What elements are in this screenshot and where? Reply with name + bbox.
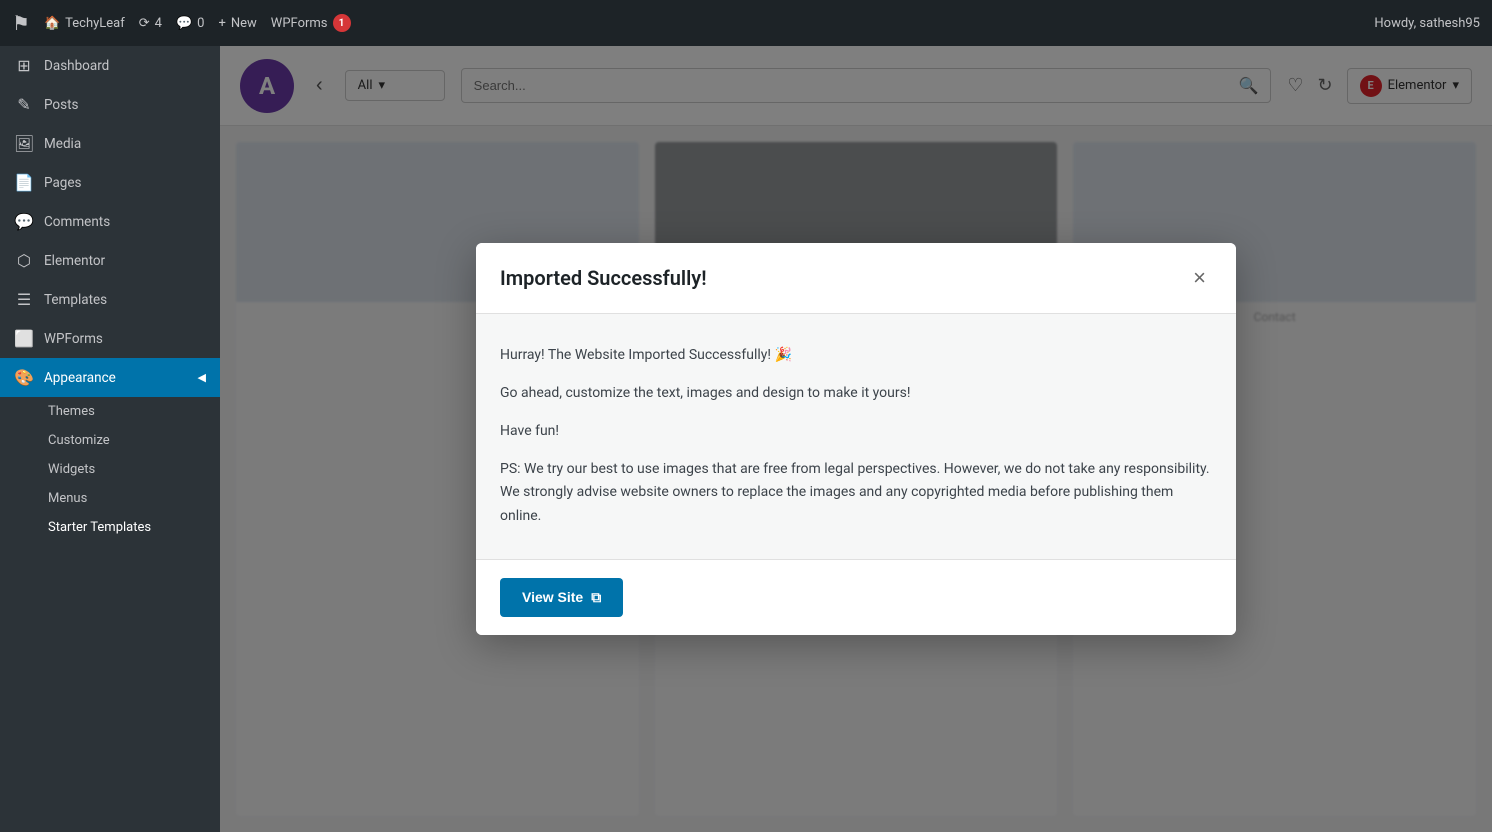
admin-bar-left: ⚑ 🏠 TechyLeaf ⟳ 4 💬 0 + New WPForms 1 bbox=[12, 11, 1358, 35]
appearance-icon: 🎨 bbox=[14, 368, 34, 387]
wpforms-sidebar-icon: ⬜ bbox=[14, 329, 34, 348]
sidebar-label-widgets: Widgets bbox=[48, 462, 95, 477]
view-site-button[interactable]: View Site ⧉ bbox=[500, 578, 623, 617]
layout: ⊞ Dashboard ✎ Posts 🖼 Media 📄 Pages 💬 Co… bbox=[0, 0, 1492, 832]
sidebar-label-dashboard: Dashboard bbox=[44, 58, 109, 74]
sidebar-item-templates[interactable]: ☰ Templates bbox=[0, 280, 220, 319]
sidebar-label-media: Media bbox=[44, 136, 81, 152]
sidebar-label-starter-templates: Starter Templates bbox=[48, 520, 151, 535]
wpforms-badge: 1 bbox=[333, 14, 351, 32]
admin-bar-wpforms[interactable]: WPForms 1 bbox=[271, 14, 351, 32]
sidebar-label-customize: Customize bbox=[48, 433, 110, 448]
modal-overlay: Imported Successfully! × Hurray! The Web… bbox=[220, 46, 1492, 832]
admin-bar: ⚑ 🏠 TechyLeaf ⟳ 4 💬 0 + New WPForms 1 Ho… bbox=[0, 0, 1492, 46]
comments-icon: 💬 bbox=[176, 16, 192, 31]
howdy-text: Howdy, sathesh95 bbox=[1374, 16, 1480, 31]
wpforms-label: WPForms bbox=[271, 16, 328, 31]
sidebar: ⊞ Dashboard ✎ Posts 🖼 Media 📄 Pages 💬 Co… bbox=[0, 46, 220, 832]
sidebar-item-customize[interactable]: Customize bbox=[0, 426, 220, 455]
sidebar-item-pages[interactable]: 📄 Pages bbox=[0, 163, 220, 202]
sidebar-label-pages: Pages bbox=[44, 175, 82, 191]
sidebar-label-elementor: Elementor bbox=[44, 253, 105, 269]
comments-count: 0 bbox=[197, 16, 204, 31]
modal-footer: View Site ⧉ bbox=[476, 559, 1236, 635]
sidebar-label-menus: Menus bbox=[48, 491, 87, 506]
sync-icon: ⟳ bbox=[139, 16, 150, 31]
sidebar-item-starter-templates[interactable]: Starter Templates bbox=[0, 513, 220, 542]
modal-close-button[interactable]: × bbox=[1187, 263, 1212, 293]
main-content: A ‹ All ▾ 🔍 ♡ ↻ E Elementor ▾ bbox=[220, 46, 1492, 832]
elementor-icon: ⬡ bbox=[14, 251, 34, 270]
templates-icon: ☰ bbox=[14, 290, 34, 309]
sidebar-item-themes[interactable]: Themes bbox=[0, 397, 220, 426]
sidebar-item-posts[interactable]: ✎ Posts bbox=[0, 85, 220, 124]
posts-icon: ✎ bbox=[14, 95, 34, 114]
sidebar-label-templates: Templates bbox=[44, 292, 107, 308]
sidebar-item-elementor[interactable]: ⬡ Elementor bbox=[0, 241, 220, 280]
sidebar-item-comments[interactable]: 💬 Comments bbox=[0, 202, 220, 241]
sidebar-item-media[interactable]: 🖼 Media bbox=[0, 124, 220, 163]
external-link-icon: ⧉ bbox=[591, 589, 601, 606]
sidebar-label-wpforms: WPForms bbox=[44, 331, 103, 347]
modal-header: Imported Successfully! × bbox=[476, 243, 1236, 314]
admin-bar-howdy[interactable]: Howdy, sathesh95 bbox=[1374, 16, 1480, 31]
sidebar-item-wpforms[interactable]: ⬜ WPForms bbox=[0, 319, 220, 358]
plus-icon: + bbox=[218, 16, 225, 31]
sidebar-item-dashboard[interactable]: ⊞ Dashboard bbox=[0, 46, 220, 85]
admin-bar-comments[interactable]: 💬 0 bbox=[176, 16, 205, 31]
modal-body-line1: Hurray! The Website Imported Successfull… bbox=[500, 344, 1212, 368]
admin-bar-site[interactable]: 🏠 TechyLeaf bbox=[44, 16, 125, 31]
wp-logo-icon[interactable]: ⚑ bbox=[12, 11, 30, 35]
sidebar-label-themes: Themes bbox=[48, 404, 95, 419]
sidebar-item-menus[interactable]: Menus bbox=[0, 484, 220, 513]
site-icon: 🏠 bbox=[44, 16, 60, 31]
modal-body: Hurray! The Website Imported Successfull… bbox=[476, 314, 1236, 559]
admin-bar-new[interactable]: + New bbox=[218, 16, 256, 31]
new-label: New bbox=[231, 16, 257, 31]
modal-title: Imported Successfully! bbox=[500, 266, 707, 290]
success-modal: Imported Successfully! × Hurray! The Web… bbox=[476, 243, 1236, 635]
view-site-label: View Site bbox=[522, 589, 583, 605]
sync-count: 4 bbox=[155, 16, 162, 31]
sidebar-label-posts: Posts bbox=[44, 97, 78, 113]
comments-sidebar-icon: 💬 bbox=[14, 212, 34, 231]
appearance-arrow-icon: ◀ bbox=[198, 371, 206, 384]
dashboard-icon: ⊞ bbox=[14, 56, 34, 75]
pages-icon: 📄 bbox=[14, 173, 34, 192]
sidebar-item-widgets[interactable]: Widgets bbox=[0, 455, 220, 484]
admin-bar-sync[interactable]: ⟳ 4 bbox=[139, 16, 162, 31]
sidebar-item-appearance[interactable]: 🎨 Appearance ◀ bbox=[0, 358, 220, 397]
media-icon: 🖼 bbox=[14, 134, 34, 153]
sidebar-label-comments: Comments bbox=[44, 214, 110, 230]
sidebar-label-appearance: Appearance bbox=[44, 370, 116, 386]
modal-body-line4: PS: We try our best to use images that a… bbox=[500, 458, 1212, 529]
site-name: TechyLeaf bbox=[65, 16, 125, 31]
modal-body-line3: Have fun! bbox=[500, 420, 1212, 444]
modal-body-line2: Go ahead, customize the text, images and… bbox=[500, 382, 1212, 406]
